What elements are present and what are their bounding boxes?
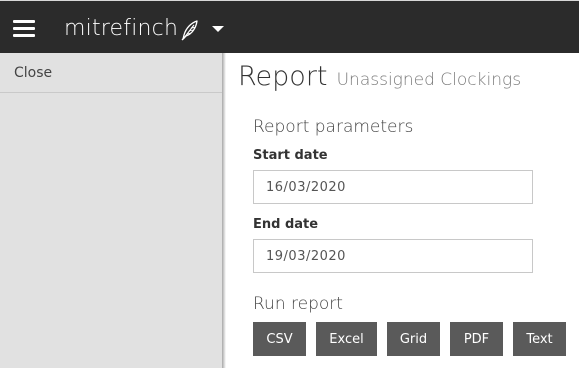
export-button-row: CSV Excel Grid PDF Text [253,322,566,356]
page-title-text: Report [238,61,328,92]
page-subtitle: Unassigned Clockings [336,70,522,90]
top-bar: mitrefinch [0,0,579,53]
csv-button[interactable]: CSV [253,322,306,356]
grid-button[interactable]: Grid [387,322,440,356]
start-date-input[interactable] [253,170,533,204]
sidebar-close-link[interactable]: Close [0,53,222,93]
end-date-input[interactable] [253,239,533,273]
excel-button[interactable]: Excel [316,322,377,356]
report-parameters-heading: Report parameters [253,117,414,137]
brand-dropdown[interactable]: mitrefinch [64,13,225,43]
hamburger-menu-icon[interactable] [13,20,35,38]
caret-down-icon [212,26,225,32]
page-title: Report Unassigned Clockings [238,61,521,92]
start-date-label: Start date [253,148,328,163]
feather-pen-icon [181,19,198,40]
pdf-button[interactable]: PDF [450,322,503,356]
text-button[interactable]: Text [513,322,566,356]
sidebar: Close [0,53,222,368]
brand-name: mitrefinch [64,15,179,41]
main-content: Report Unassigned Clockings Report param… [226,53,579,368]
end-date-label: End date [253,217,319,232]
run-report-heading: Run report [253,294,343,314]
